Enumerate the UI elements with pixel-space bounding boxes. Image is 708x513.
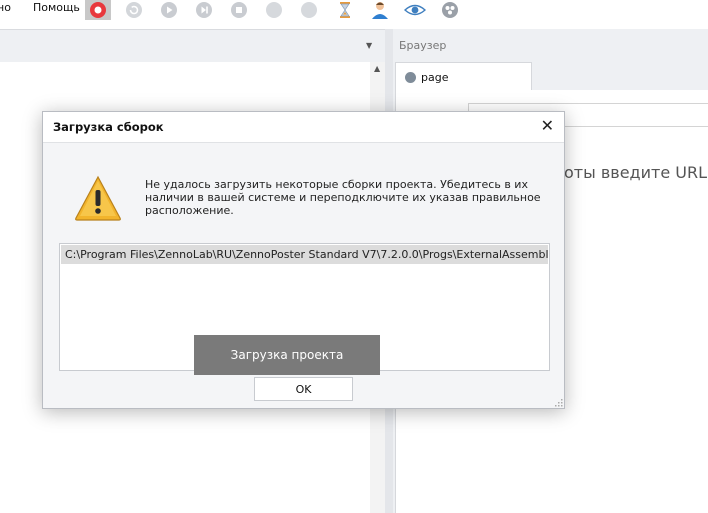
disabled-icon: [266, 1, 282, 18]
browser-pane-title: Браузер: [399, 39, 447, 52]
toolbar-button-disabled-1[interactable]: [261, 0, 287, 20]
dialog-title: Загрузка сборок: [53, 120, 164, 134]
eye-icon: [404, 4, 426, 15]
loading-overlay: Загрузка проекта: [194, 335, 380, 375]
network-button[interactable]: [437, 0, 463, 20]
ok-button[interactable]: OK: [254, 377, 353, 401]
eye-button[interactable]: [402, 0, 428, 20]
play-icon: [161, 1, 177, 18]
menu-item-partial[interactable]: но: [0, 1, 11, 14]
menu-bar: но Помощь: [0, 0, 708, 20]
browser-tab-page[interactable]: page: [395, 62, 532, 91]
network-icon: [442, 1, 458, 18]
stop-icon: [231, 1, 247, 18]
disabled-icon: [301, 1, 317, 18]
menu-item-help[interactable]: Помощь: [33, 1, 80, 14]
dropdown-caret-icon[interactable]: ▼: [366, 41, 372, 50]
dialog-message: Не удалось загрузить некоторые сборки пр…: [145, 178, 541, 217]
hourglass-button[interactable]: [332, 0, 358, 20]
warning-icon: [75, 175, 121, 221]
assembly-load-dialog: Загрузка сборок ✕ Не удалось загрузить н…: [42, 111, 565, 409]
close-icon[interactable]: ✕: [541, 117, 554, 135]
record-button[interactable]: [85, 0, 111, 20]
resize-grip-icon[interactable]: [555, 399, 563, 407]
user-button[interactable]: [367, 0, 393, 20]
scroll-up-icon[interactable]: ▲: [374, 64, 380, 73]
user-icon: [372, 1, 388, 19]
list-item[interactable]: C:\Program Files\ZennoLab\RU\ZennoPoster…: [61, 245, 548, 264]
globe-icon: [405, 71, 416, 83]
left-pane-header: ▼: [0, 29, 385, 63]
browser-tab-label: page: [421, 70, 449, 84]
step-icon: [196, 1, 212, 18]
hourglass-icon: [340, 1, 350, 18]
dialog-titlebar: Загрузка сборок ✕: [43, 112, 564, 143]
toolbar-button-disabled-2[interactable]: [296, 0, 322, 20]
play-button[interactable]: [156, 0, 182, 20]
stop-button[interactable]: [226, 0, 252, 20]
record-icon: [90, 1, 106, 18]
refresh-icon: [126, 1, 142, 18]
browser-url-hint: оты введите URL: [564, 163, 707, 182]
refresh-button[interactable]: [121, 0, 147, 20]
step-button[interactable]: [191, 0, 217, 20]
